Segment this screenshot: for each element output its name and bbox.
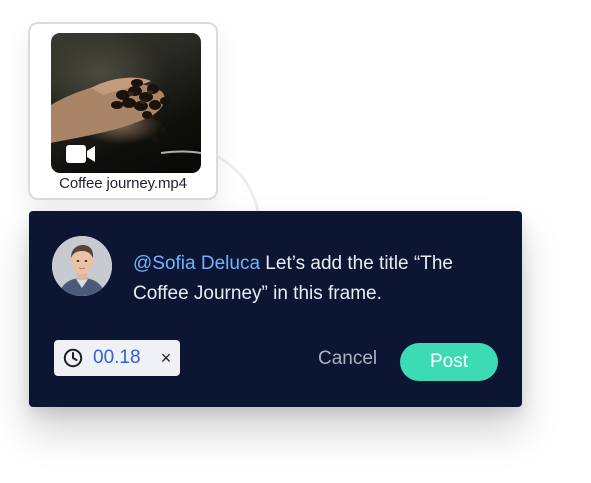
cancel-button[interactable]: Cancel [318,348,377,370]
comment-screen: Coffee journey.mp4 @Sofia Deluca Let’s a… [0,0,591,483]
file-name: Coffee journey.mp4 [59,175,187,192]
timestamp-chip[interactable]: 00.18 × [54,340,180,376]
comment-panel: @Sofia Deluca Let’s add the title “The C… [29,211,522,407]
clock-icon [63,348,83,368]
file-card[interactable]: Coffee journey.mp4 [28,22,218,200]
video-thumbnail[interactable] [51,33,201,173]
user-mention[interactable]: @Sofia Deluca [133,253,260,274]
user-avatar [52,236,112,296]
comment-text: @Sofia Deluca Let’s add the title “The C… [133,249,503,309]
timestamp-value: 00.18 [93,347,141,368]
video-camera-icon [66,145,95,163]
remove-timestamp-icon[interactable]: × [159,349,173,367]
avatar-portrait [52,236,112,296]
post-button[interactable]: Post [400,343,498,381]
